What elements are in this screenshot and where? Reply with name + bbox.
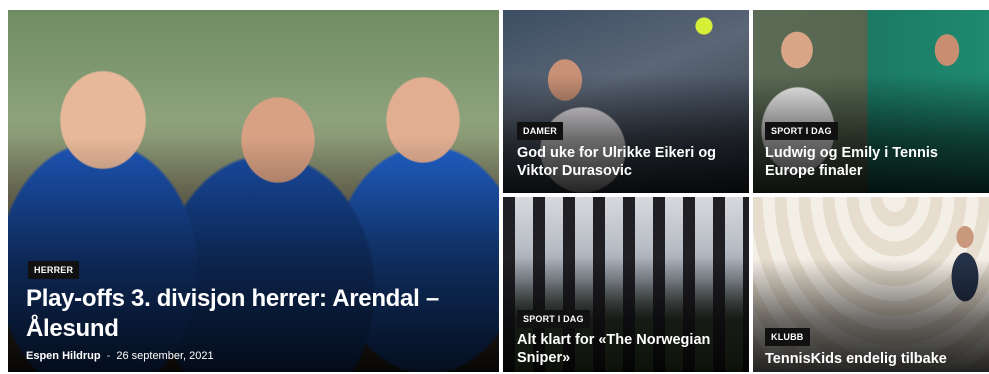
category-badge[interactable]: SPORT I DAG [517, 310, 590, 328]
article-title[interactable]: Ludwig og Emily i Tennis Europe finaler [765, 144, 985, 180]
article-author[interactable]: Espen Hildrup [26, 350, 101, 362]
category-badge[interactable]: SPORT I DAG [765, 122, 838, 140]
article-title[interactable]: God uke for Ulrikke Eikeri og Viktor Dur… [517, 144, 737, 180]
article-meta: Espen Hildrup - 26 september, 2021 [26, 350, 214, 362]
featured-article-4[interactable]: SPORT I DAG Alt klart for «The Norwegian… [503, 197, 749, 372]
featured-article-main[interactable]: HERRER Play-offs 3. divisjon herrer: Are… [8, 10, 499, 372]
featured-article-2[interactable]: DAMER God uke for Ulrikke Eikeri og Vikt… [503, 10, 749, 193]
featured-article-5[interactable]: KLUBB TennisKids endelig tilbake [753, 197, 989, 372]
article-date: 26 september, 2021 [116, 350, 214, 362]
category-badge[interactable]: DAMER [517, 122, 563, 140]
article-title[interactable]: TennisKids endelig tilbake [765, 350, 985, 368]
featured-article-3[interactable]: SPORT I DAG Ludwig og Emily i Tennis Eur… [753, 10, 989, 193]
meta-separator: - [106, 350, 111, 362]
category-badge[interactable]: KLUBB [765, 328, 810, 346]
article-title[interactable]: Play-offs 3. divisjon herrer: Arendal – … [26, 284, 466, 344]
category-badge[interactable]: HERRER [28, 261, 80, 279]
article-title[interactable]: Alt klart for «The Norwegian Sniper» [517, 331, 737, 367]
featured-articles-grid: HERRER Play-offs 3. divisjon herrer: Are… [0, 0, 989, 374]
